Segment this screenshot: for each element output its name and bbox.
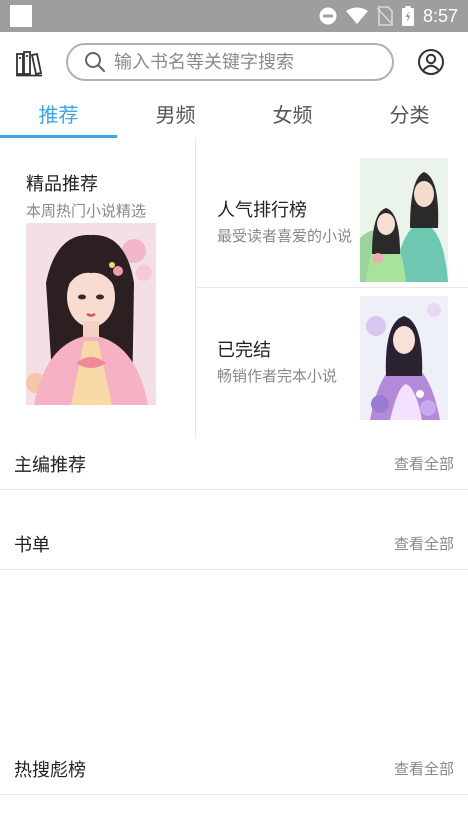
search-bar[interactable] bbox=[66, 43, 394, 81]
section-book-lists: 书单 查看全部 bbox=[0, 518, 468, 570]
featured-title: 精品推荐 bbox=[26, 174, 98, 195]
book-cover-image bbox=[360, 296, 448, 420]
completed-title: 已完结 bbox=[217, 340, 271, 361]
tab-recommended[interactable]: 推荐 bbox=[0, 94, 117, 138]
book-cover-image bbox=[360, 158, 448, 282]
featured-card-popular[interactable]: 人气排行榜 最受读者喜爱的小说 bbox=[197, 138, 468, 288]
popular-subtitle: 最受读者喜爱的小说 bbox=[217, 227, 353, 245]
section-hot-search: 热搜彪榜 查看全部 bbox=[0, 743, 468, 795]
featured-card-main[interactable]: 精品推荐 本周热门小说精选 bbox=[0, 138, 196, 438]
section-title: 主编推荐 bbox=[14, 454, 86, 476]
book-cover-image bbox=[26, 223, 156, 405]
notification-icon bbox=[10, 5, 32, 27]
category-tabs: 推荐 男频 女频 分类 bbox=[0, 94, 468, 138]
view-all-link[interactable]: 查看全部 bbox=[394, 453, 454, 474]
section-editor-picks: 主编推荐 查看全部 bbox=[0, 438, 468, 490]
profile-icon[interactable] bbox=[416, 47, 446, 77]
view-all-link[interactable]: 查看全部 bbox=[394, 758, 454, 779]
featured-card-completed[interactable]: 已完结 畅销作者完本小说 bbox=[197, 288, 468, 438]
tab-male[interactable]: 男频 bbox=[117, 94, 234, 138]
popular-title: 人气排行榜 bbox=[217, 200, 307, 221]
no-sim-icon bbox=[376, 6, 393, 26]
section-title: 书单 bbox=[14, 534, 50, 556]
search-icon bbox=[85, 52, 106, 73]
status-bar: 8:57 bbox=[0, 0, 468, 32]
completed-subtitle: 畅销作者完本小说 bbox=[217, 367, 338, 385]
battery-icon bbox=[401, 6, 414, 26]
clock: 8:57 bbox=[422, 5, 458, 26]
tab-categories[interactable]: 分类 bbox=[351, 94, 468, 138]
wifi-icon bbox=[345, 7, 368, 24]
view-all-link[interactable]: 查看全部 bbox=[394, 533, 454, 554]
app-bar bbox=[0, 32, 468, 94]
tab-female[interactable]: 女频 bbox=[234, 94, 351, 138]
dnd-icon bbox=[319, 7, 337, 25]
bookshelf-icon[interactable] bbox=[14, 49, 44, 79]
featured-block: 精品推荐 本周热门小说精选 人气排行榜 最受读者喜爱的小说 已完结 畅销作者完本… bbox=[0, 138, 468, 438]
search-input[interactable] bbox=[114, 51, 374, 73]
featured-subtitle: 本周热门小说精选 bbox=[26, 202, 147, 220]
section-title: 热搜彪榜 bbox=[14, 759, 86, 781]
